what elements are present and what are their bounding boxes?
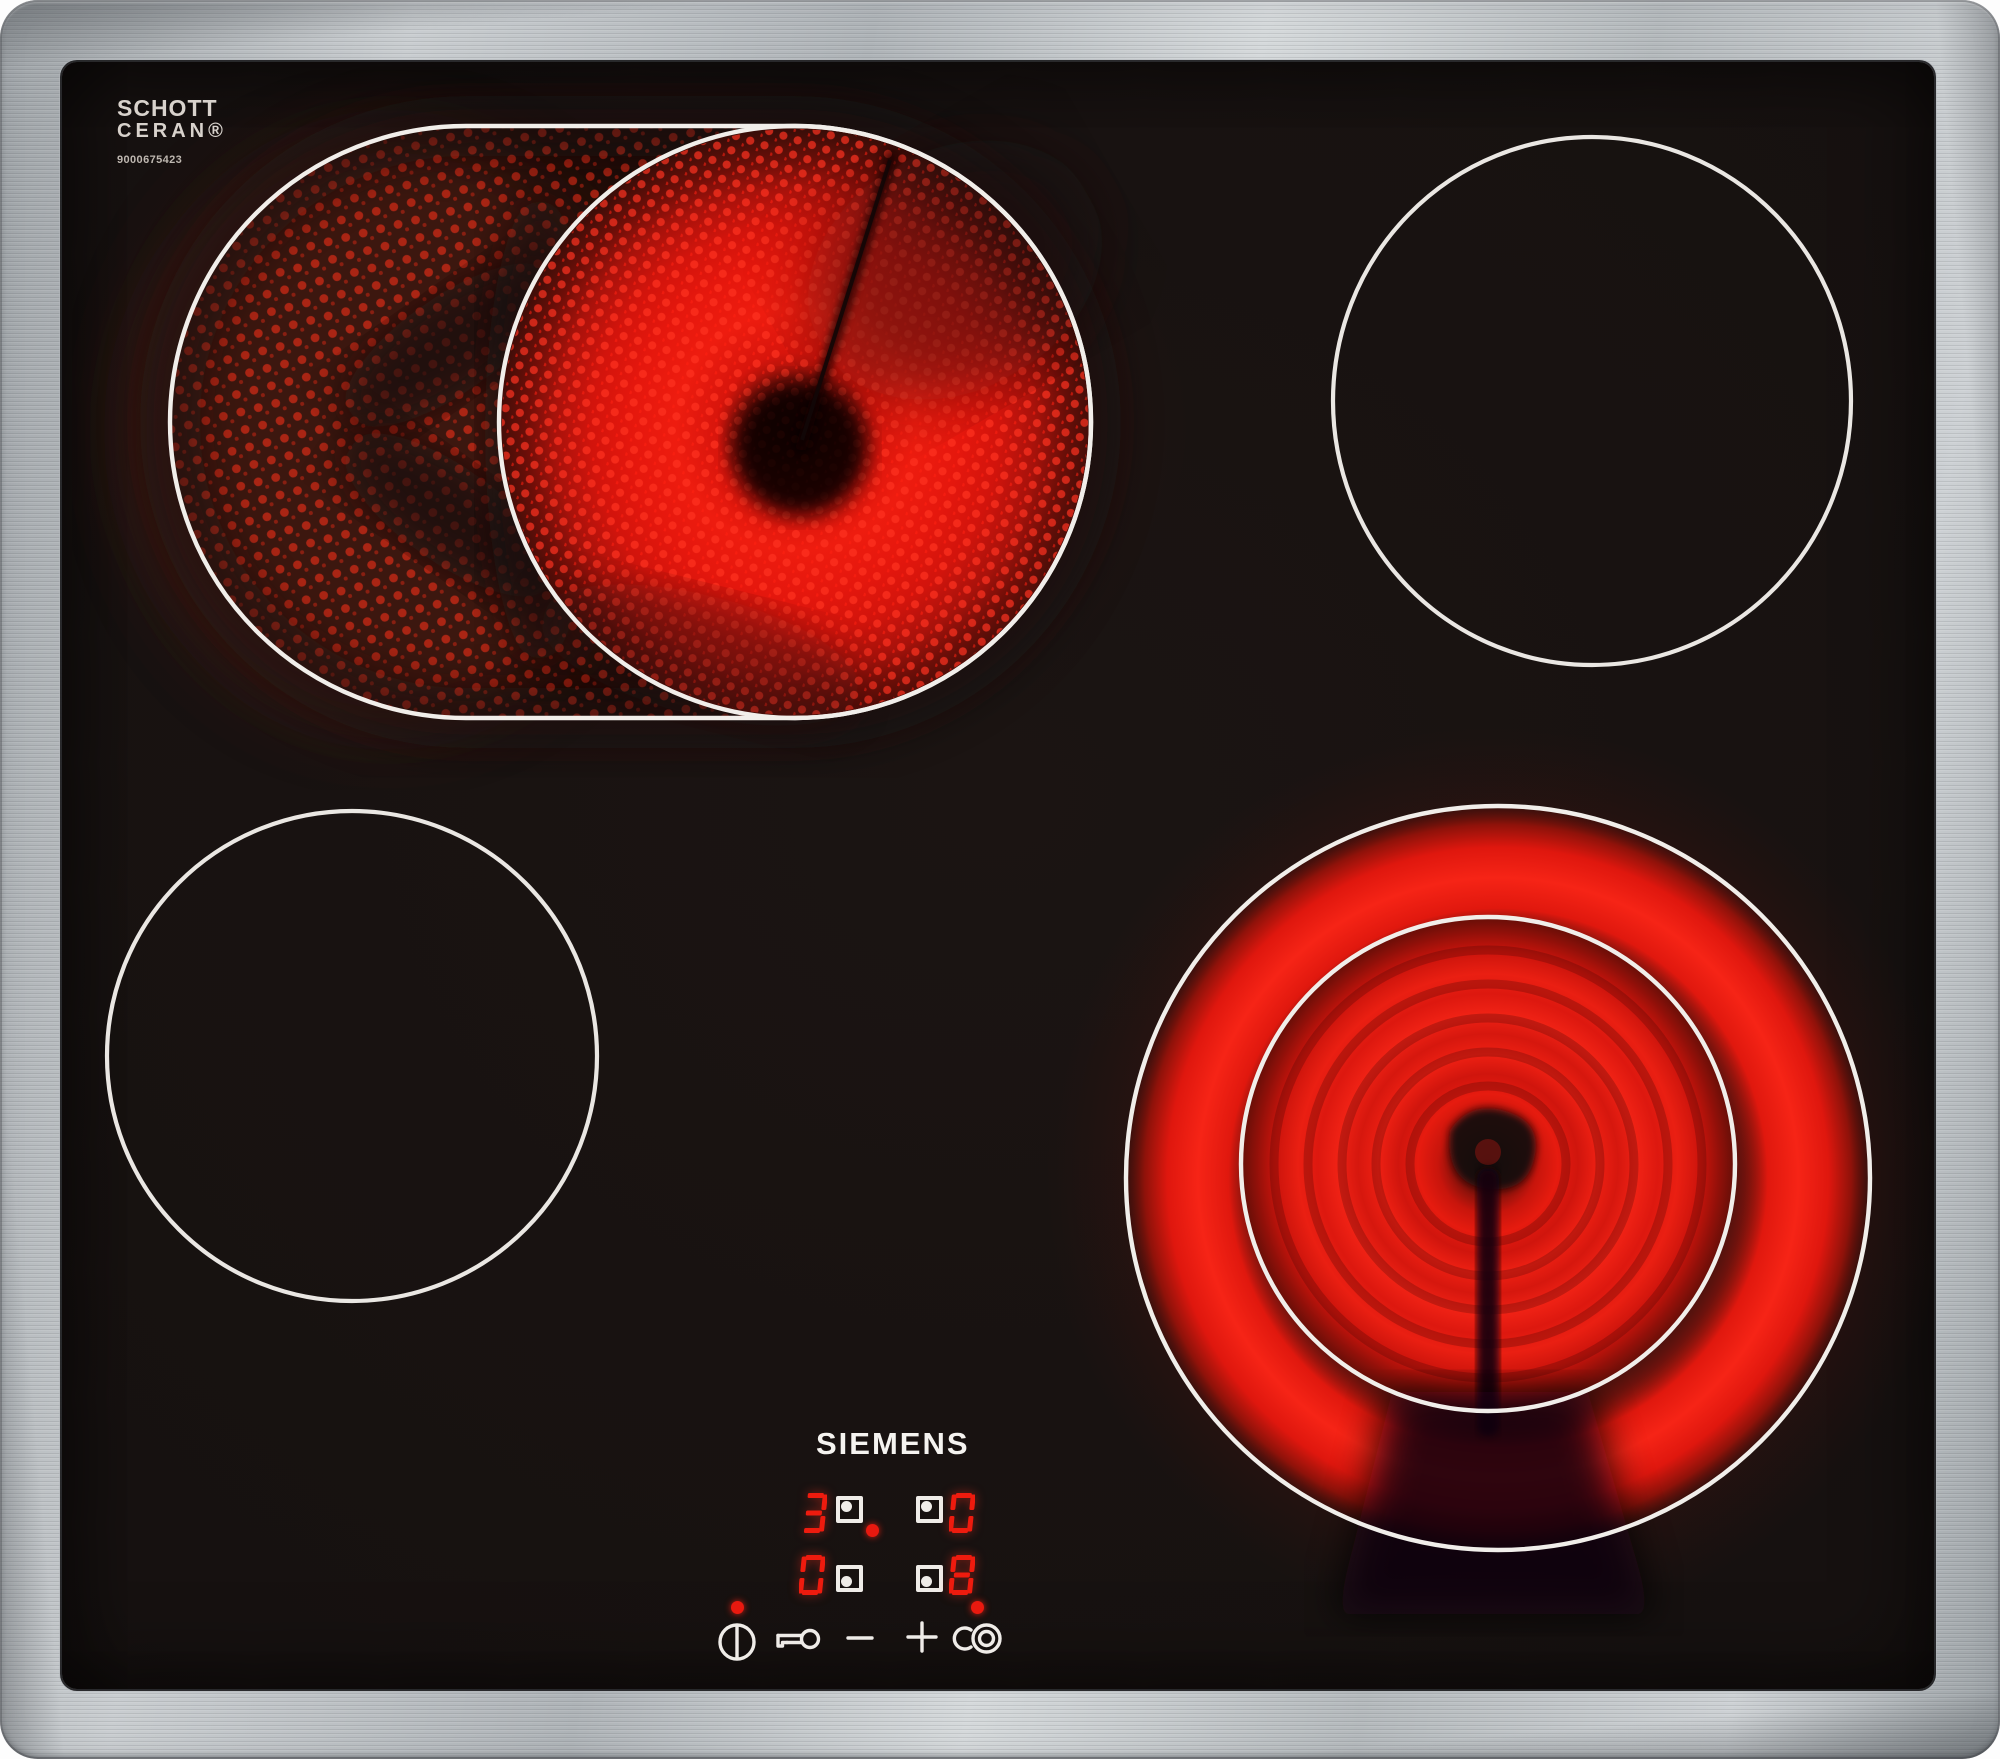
display-front-left — [798, 1555, 826, 1595]
red-dot-rear-left — [866, 1524, 879, 1537]
model-number: 9000675423 — [117, 153, 183, 166]
child-lock-button[interactable] — [771, 1620, 823, 1658]
zone-indicator-square-rear-right — [916, 1496, 943, 1523]
dual-zone-icon — [952, 1623, 1002, 1654]
burner-front-right — [1046, 726, 1934, 1630]
burner-graphics — [70, 62, 1934, 1630]
power-icon — [718, 1623, 756, 1661]
key-icon — [776, 1628, 821, 1650]
zone-indicator-square-front-left — [836, 1565, 863, 1592]
minus-button[interactable] — [845, 1623, 875, 1653]
plus-button[interactable] — [905, 1619, 939, 1655]
display-front-right — [948, 1555, 976, 1595]
ceran-text: CERAN® — [117, 119, 227, 142]
burner-rear-right — [1330, 134, 1854, 668]
power-indicator-dot — [731, 1601, 744, 1614]
schott-ceran-logo: SCHOTT CERAN® 9000675423 — [117, 95, 227, 166]
display-rear-left — [801, 1493, 828, 1533]
zone-indicator-square-rear-left — [836, 1496, 863, 1523]
dual-zone-button[interactable] — [951, 1617, 1005, 1660]
minus-icon — [846, 1636, 874, 1640]
siemens-logo: SIEMENS — [816, 1426, 970, 1461]
plus-icon — [906, 1621, 938, 1653]
burner-front-left — [104, 808, 600, 1304]
power-button[interactable] — [714, 1618, 760, 1666]
schott-text: SCHOTT — [117, 95, 218, 121]
burner-rear-left — [70, 62, 1190, 782]
display-rear-right — [948, 1493, 976, 1533]
zone-indicator-square-front-right — [916, 1565, 943, 1592]
dual-zone-indicator-dot — [971, 1601, 984, 1614]
cooktop-photo: SCHOTT CERAN® 9000675423 SIEMENS — [0, 0, 2000, 1759]
